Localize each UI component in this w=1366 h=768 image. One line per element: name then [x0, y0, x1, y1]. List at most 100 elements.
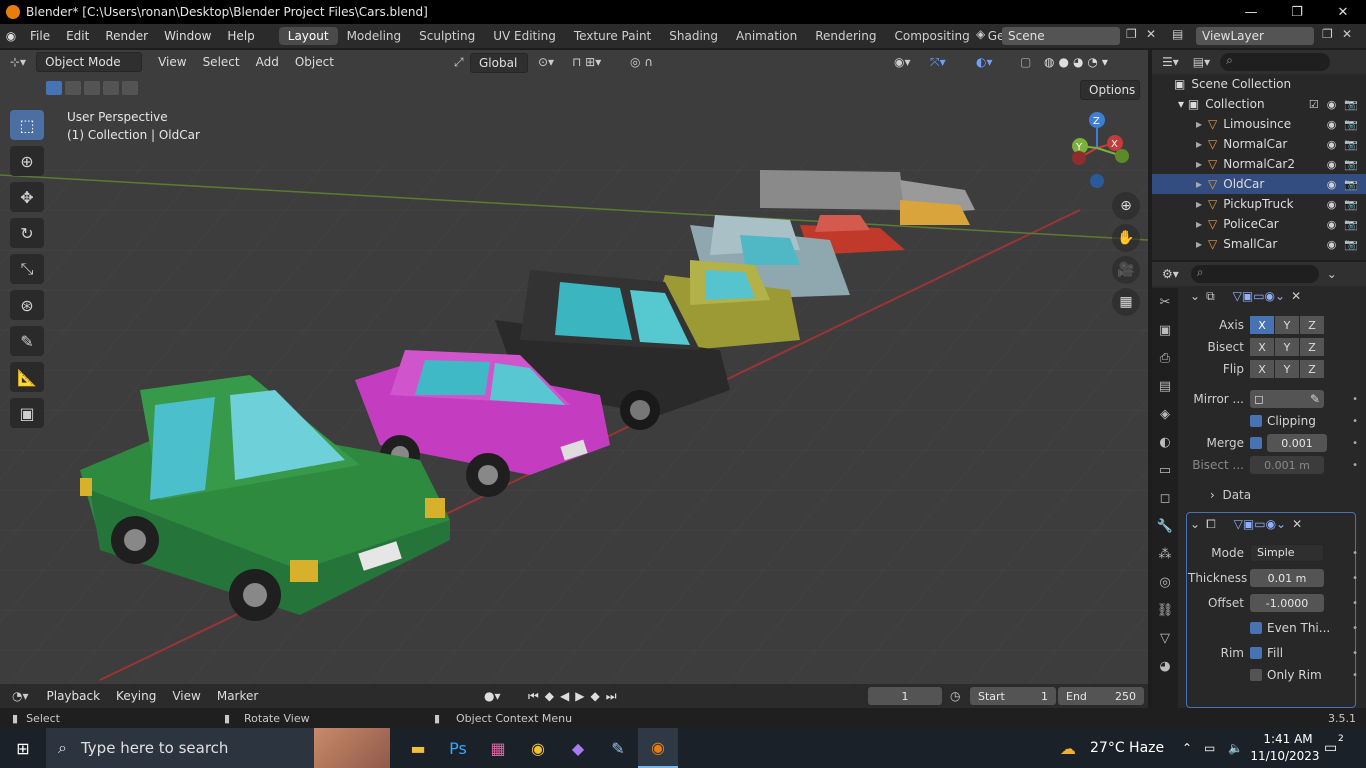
clipping-checkbox[interactable]	[1250, 415, 1262, 427]
keyframe-dot-icon[interactable]: •	[1352, 416, 1358, 427]
move-tool-icon[interactable]: ✥	[10, 182, 44, 212]
delete-view-layer-icon[interactable]: ✕	[1342, 27, 1352, 41]
workspace-tab-layout[interactable]: Layout	[278, 27, 338, 45]
solidify-mode-selector[interactable]: Simple	[1250, 544, 1324, 562]
collapse-icon[interactable]: ⌄	[1190, 517, 1200, 531]
pan-hand-icon[interactable]: ✋	[1112, 224, 1140, 252]
taskbar-search-box[interactable]: ⌕ Type here to search	[46, 728, 390, 768]
output-tab-icon[interactable]: ⎙	[1152, 344, 1178, 372]
select-new-icon[interactable]	[46, 81, 62, 95]
shading-mode-icons[interactable]: ◍●◕◔▾	[1044, 55, 1112, 69]
keyframe-dot-icon[interactable]: •	[1352, 623, 1358, 634]
select-intersect-icon[interactable]	[122, 81, 138, 95]
editor-type-icon[interactable]: ⊹▾	[10, 55, 26, 69]
options-dropdown[interactable]: Options	[1080, 80, 1140, 100]
solidify-modifier-header[interactable]: ⌄ ⧠ ▽▣▭◉⌄ ✕	[1190, 515, 1358, 533]
gizmo-toggle-icon[interactable]: ⤧▾	[930, 55, 946, 70]
record-keyframe-icon[interactable]: ●▾	[484, 689, 501, 703]
playback-controls-icons[interactable]: ⏮◆◀▶◆⏭	[528, 689, 623, 704]
chrome-icon[interactable]: ◉	[518, 728, 558, 768]
file-explorer-icon[interactable]: ▬	[398, 728, 438, 768]
app-icon[interactable]: ▦	[478, 728, 518, 768]
new-scene-icon[interactable]: ❐	[1126, 27, 1137, 41]
axis-z-toggle[interactable]: Z	[1300, 316, 1324, 334]
timeline-menu-playback[interactable]: Playback	[39, 687, 109, 705]
modifier-toggles[interactable]: ▽▣▭◉⌄	[1234, 517, 1286, 531]
only-rim-checkbox[interactable]	[1250, 669, 1262, 681]
outliner-search-input[interactable]: ⌕	[1220, 53, 1331, 71]
workspace-tab-modeling[interactable]: Modeling	[338, 27, 411, 45]
maximize-button[interactable]: ❐	[1274, 0, 1320, 24]
timeline-menu-keying[interactable]: Keying	[108, 687, 164, 705]
collapse-icon[interactable]: ⌄	[1190, 289, 1200, 303]
timeline-menu-view[interactable]: View	[164, 689, 208, 703]
proportional-edit-icon[interactable]: ◎ ∩	[630, 55, 653, 69]
current-frame-field[interactable]: 1	[868, 687, 942, 705]
bisect-z-toggle[interactable]: Z	[1300, 338, 1324, 356]
menu-file[interactable]: File	[22, 29, 58, 43]
measure-tool-icon[interactable]: 📐	[10, 362, 44, 392]
network-icon[interactable]: ▭	[1204, 741, 1215, 755]
flip-y-toggle[interactable]: Y	[1275, 360, 1299, 378]
camera-view-icon[interactable]: 🎥	[1112, 256, 1140, 284]
volume-icon[interactable]: 🔈	[1228, 741, 1243, 755]
outliner-item[interactable]: ▸ ▽ NormalCar ◉ 📷	[1152, 134, 1366, 154]
annotate-tool-icon[interactable]: ✎	[10, 326, 44, 356]
properties-editor-icon[interactable]: ⚙▾	[1162, 267, 1179, 281]
menu-window[interactable]: Window	[156, 29, 219, 43]
windows-start-icon[interactable]: ⊞	[0, 728, 46, 768]
bisect-x-toggle[interactable]: X	[1250, 338, 1274, 356]
axis-x-toggle[interactable]: X	[1250, 316, 1274, 334]
outliner-item[interactable]: ▸ ▽ PickupTruck ◉ 📷	[1152, 194, 1366, 214]
material-tab-icon[interactable]: ◕	[1152, 652, 1178, 680]
workspace-tab-uv-editing[interactable]: UV Editing	[484, 27, 565, 45]
outliner-item[interactable]: ▸ ▽ SmallCar ◉ 📷	[1152, 234, 1366, 254]
even-thickness-checkbox[interactable]	[1250, 622, 1262, 634]
merge-checkbox[interactable]	[1250, 437, 1262, 449]
rotate-tool-icon[interactable]: ↻	[10, 218, 44, 248]
view-layer-tab-icon[interactable]: ▤	[1152, 372, 1178, 400]
workspace-tab-compositing[interactable]: Compositing	[885, 27, 978, 45]
mirror-object-field[interactable]: ◻ ✎	[1250, 390, 1324, 408]
keyframe-dot-icon[interactable]: •	[1352, 548, 1358, 559]
mirror-modifier-header[interactable]: ⌄ ⧉ ▽▣▭◉⌄ ✕	[1190, 287, 1358, 305]
thickness-field[interactable]: 0.01 m	[1250, 569, 1324, 587]
workspace-tab-sculpting[interactable]: Sculpting	[410, 27, 484, 45]
merge-distance-field[interactable]: 0.001	[1267, 434, 1327, 452]
transform-orientation-selector[interactable]: Global	[470, 53, 528, 73]
new-view-layer-icon[interactable]: ❐	[1322, 27, 1333, 41]
remove-modifier-icon[interactable]: ✕	[1292, 517, 1302, 531]
scene-selector[interactable]: Scene	[1002, 27, 1120, 45]
flip-z-toggle[interactable]: Z	[1300, 360, 1324, 378]
bisect-distance-field[interactable]: 0.001 m	[1250, 456, 1324, 474]
keyframe-dot-icon[interactable]: •	[1352, 394, 1358, 405]
keyframe-dot-icon[interactable]: •	[1352, 648, 1358, 659]
render-tab-icon[interactable]: ▣	[1152, 316, 1178, 344]
visibility-icon[interactable]: ◉▾	[894, 55, 911, 69]
blender-taskbar-icon[interactable]: ◉	[638, 728, 678, 768]
overlay-toggle-icon[interactable]: ◐▾	[976, 55, 993, 69]
constraints-tab-icon[interactable]: ⛓	[1152, 596, 1178, 624]
modifier-toggles[interactable]: ▽▣▭◉⌄	[1233, 289, 1285, 303]
outliner-display-mode-icon[interactable]: ▤▾	[1193, 55, 1210, 69]
view-layer-selector[interactable]: ViewLayer	[1196, 27, 1314, 45]
outliner-item[interactable]: ▸ ▽ Limousince ◉ 📷	[1152, 114, 1366, 134]
outliner-item[interactable]: ▸ ▽ NormalCar2 ◉ 📷	[1152, 154, 1366, 174]
fill-checkbox[interactable]	[1250, 647, 1262, 659]
photoshop-icon[interactable]: Ps	[438, 728, 478, 768]
flip-x-toggle[interactable]: X	[1250, 360, 1274, 378]
navigation-gizmo[interactable]: Z Y X	[1062, 108, 1136, 192]
world-tab-icon[interactable]: ◐	[1152, 428, 1178, 456]
keyframe-dot-icon[interactable]: •	[1352, 573, 1358, 584]
cursor-tool-icon[interactable]: ⊕	[10, 146, 44, 176]
select-extend-icon[interactable]	[65, 81, 81, 95]
outliner-item-selected[interactable]: ▸ ▽ OldCar ◉ 📷	[1152, 174, 1366, 194]
preview-range-icon[interactable]: ◷	[950, 689, 960, 703]
particles-tab-icon[interactable]: ⁂	[1152, 540, 1178, 568]
data-subpanel[interactable]: › Data	[1210, 488, 1251, 502]
menu-edit[interactable]: Edit	[58, 29, 97, 43]
scale-tool-icon[interactable]: ⤡	[10, 254, 44, 284]
scene-tab-icon[interactable]: ◈	[1152, 400, 1178, 428]
ortho-grid-icon[interactable]: ▦	[1112, 288, 1140, 316]
notification-icon[interactable]: ▭	[1324, 740, 1337, 756]
